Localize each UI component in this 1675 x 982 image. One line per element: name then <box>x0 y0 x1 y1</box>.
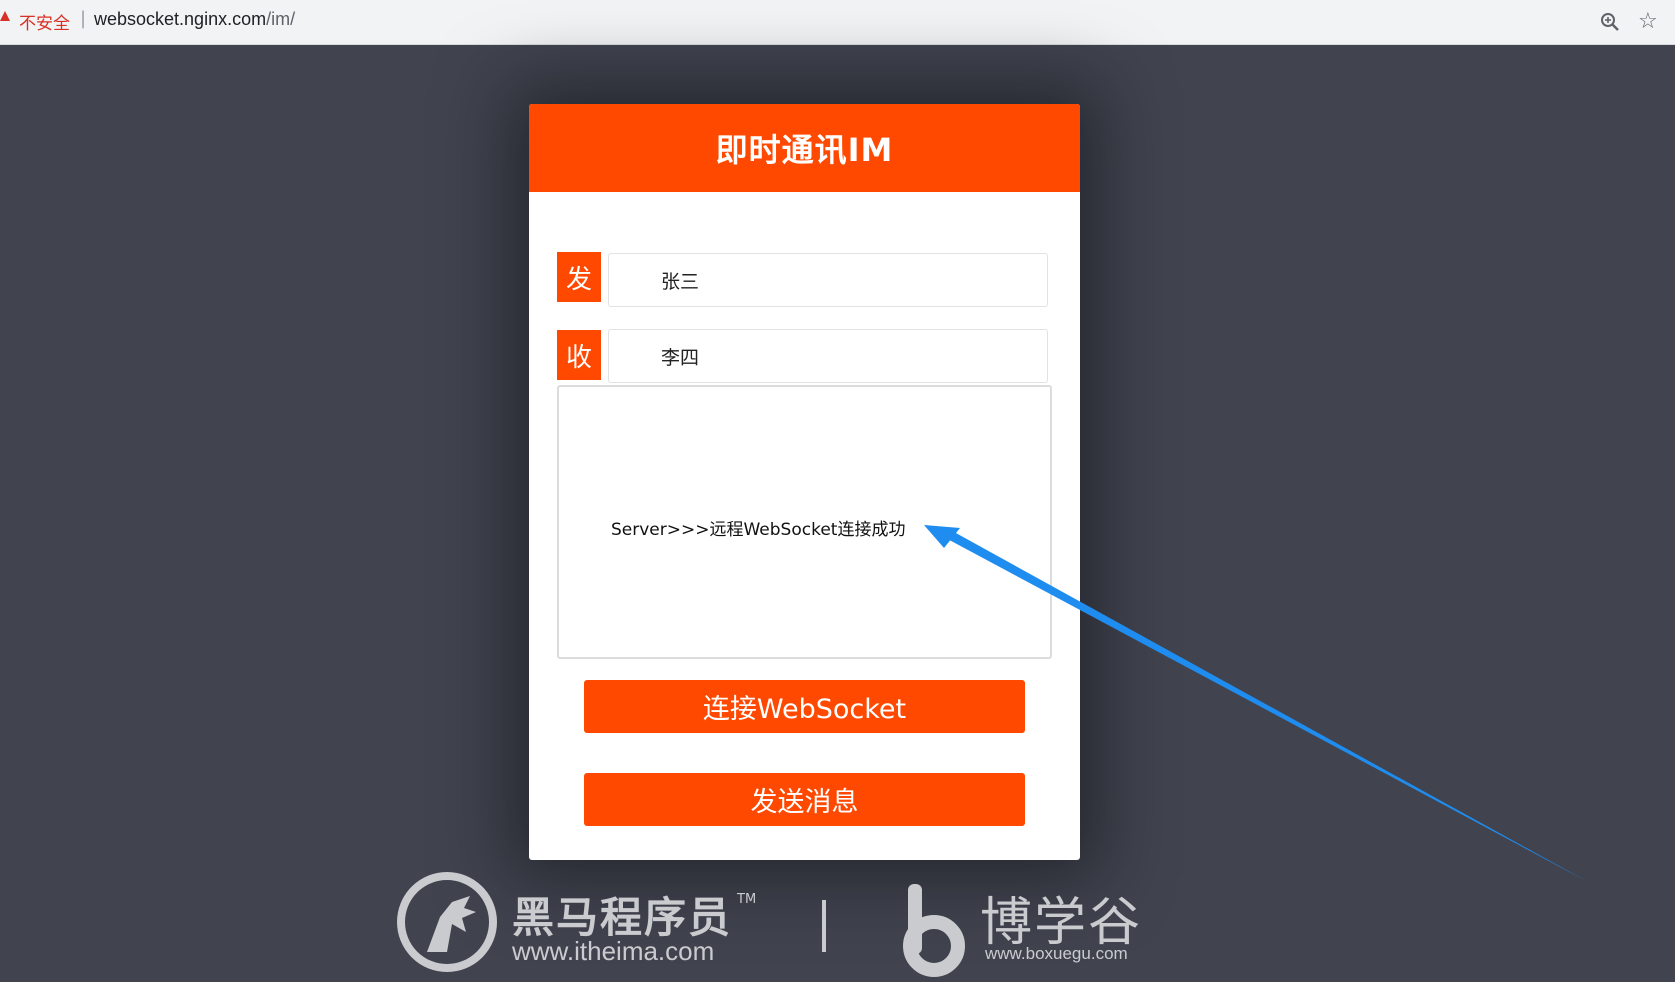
heima-horse-logo-icon <box>397 872 497 972</box>
watermark-divider <box>822 900 826 952</box>
trademark-mark: TM <box>737 892 757 907</box>
receiver-label: 收 <box>557 330 601 380</box>
address-separator: | <box>80 8 87 29</box>
zoom-icon[interactable] <box>1600 12 1620 32</box>
boxuegu-url-text: www.boxuegu.com <box>985 944 1128 963</box>
receiver-input[interactable] <box>608 329 1048 383</box>
page-title: 即时通讯IM <box>715 131 894 169</box>
im-card: 即时通讯IM 发 收 Server>>>远程WebSocket连接成功 连接We… <box>529 104 1080 860</box>
browser-address-bar: 不安全 | websocket.nginx.com/im/ ☆ <box>0 0 1675 45</box>
card-header: 即时通讯IM <box>529 104 1080 192</box>
bookmark-star-icon[interactable]: ☆ <box>1638 9 1658 34</box>
security-status[interactable]: 不安全 <box>19 9 70 34</box>
address-url[interactable]: websocket.nginx.com/im/ <box>94 9 295 30</box>
url-path: /im/ <box>266 9 296 29</box>
warning-icon[interactable] <box>0 11 10 21</box>
boxuegu-logo-icon <box>903 884 965 977</box>
message-line: Server>>>远程WebSocket连接成功 <box>611 520 906 540</box>
connect-websocket-button[interactable]: 连接WebSocket <box>584 680 1025 733</box>
url-host: websocket.nginx.com <box>94 9 267 29</box>
heima-url-text: www.itheima.com <box>512 936 715 966</box>
send-message-button[interactable]: 发送消息 <box>584 773 1025 826</box>
message-log[interactable]: Server>>>远程WebSocket连接成功 <box>557 385 1052 659</box>
sender-input[interactable] <box>608 253 1048 307</box>
sender-label: 发 <box>557 252 601 302</box>
